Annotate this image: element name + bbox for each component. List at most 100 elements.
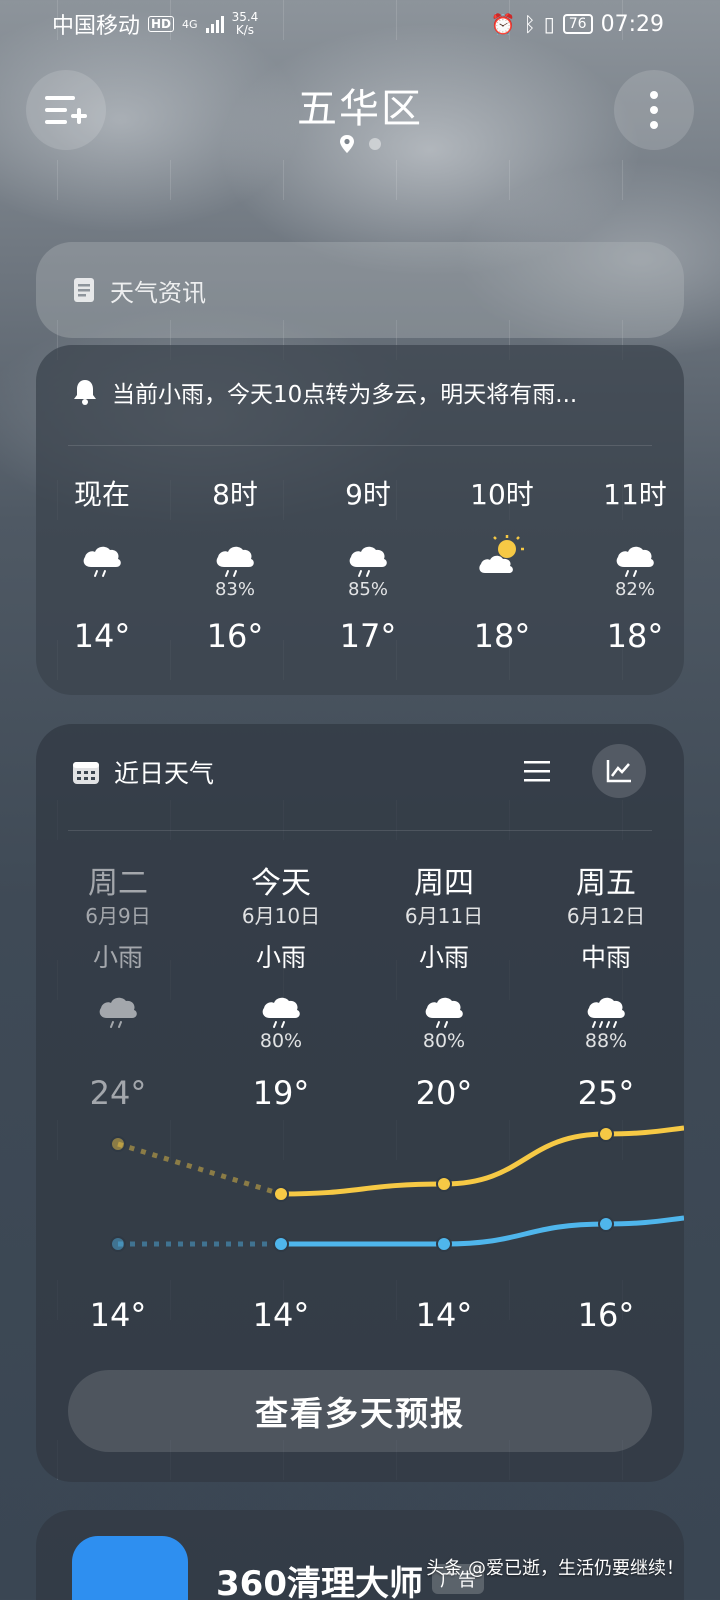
- day-date: 6月10日: [241, 904, 321, 928]
- low-temperature: 14°: [252, 1296, 310, 1334]
- watermark: 头条 @爱已逝，生活仍要继续！: [426, 1558, 684, 1579]
- precip-probability: 80%: [422, 1030, 466, 1052]
- hour-temperature: 14°: [73, 617, 131, 655]
- alarm-icon: ⏰: [490, 12, 516, 36]
- day-condition: 小雨: [92, 943, 143, 972]
- precip-probability: 82%: [614, 579, 655, 600]
- signal-icon: [205, 15, 224, 33]
- day-condition: 中雨: [580, 943, 631, 972]
- status-time: 07:29: [600, 11, 664, 37]
- hour-label: 现在: [73, 478, 130, 511]
- top-bar: 五华区: [0, 70, 720, 160]
- trend-point: [110, 1236, 126, 1252]
- list-icon: [524, 761, 550, 782]
- day-condition: 小雨: [255, 943, 306, 972]
- vibrate-icon: ▯: [543, 12, 555, 36]
- hd-badge: HD: [148, 16, 175, 32]
- hourly-item: 现在 14°: [52, 475, 152, 655]
- view-multi-day-forecast-button[interactable]: 查看多天预报: [68, 1370, 652, 1452]
- light-rain-icon: [52, 523, 152, 579]
- hourly-item: 9时 85% 17°: [318, 475, 418, 655]
- day-name: 今天: [251, 866, 311, 901]
- line-chart-icon: [606, 760, 631, 783]
- daily-item[interactable]: 周五 6月12日中雨 88% 25°: [536, 858, 676, 1112]
- bell-icon: [74, 380, 96, 405]
- hour-temperature: 16°: [206, 617, 264, 655]
- weather-alert[interactable]: 当前小雨，今天10点转为多云，明天将有雨...: [72, 375, 577, 409]
- moderate-rain-icon: [536, 984, 676, 1030]
- low-temperature: 14°: [415, 1296, 473, 1334]
- app-logo: [72, 1536, 188, 1600]
- location-pin-icon: [340, 135, 354, 153]
- high-temperature: 20°: [415, 1074, 473, 1112]
- hour-temperature: 18°: [606, 617, 664, 655]
- daily-item[interactable]: 周四 6月11日小雨 80% 20°: [374, 858, 514, 1112]
- precip-probability: [52, 579, 152, 603]
- trend-line: [281, 1215, 684, 1247]
- trend-point: [273, 1186, 289, 1202]
- trend-point: [110, 1136, 126, 1152]
- day-date: 6月12日: [566, 904, 646, 928]
- day-date: 6月11日: [404, 904, 484, 928]
- hour-label: 11时: [603, 478, 667, 511]
- list-view-button[interactable]: [510, 744, 564, 798]
- weather-news-label: 天气资讯: [110, 278, 206, 307]
- hourly-item: 8时 83% 16°: [185, 475, 285, 655]
- low-temperature: 16°: [577, 1296, 635, 1334]
- rain-cloud-icon: [185, 523, 285, 579]
- partly-cloudy-icon: [452, 523, 552, 579]
- high-temperature: 19°: [252, 1074, 310, 1112]
- hourly-forecast-card: 当前小雨，今天10点转为多云，明天将有雨... 现在 14° 8时 83% 16° 9时 8…: [36, 345, 684, 695]
- rain-cloud-icon: [585, 523, 685, 579]
- hour-temperature: 17°: [339, 617, 397, 655]
- daily-title: 近日天气: [114, 759, 215, 788]
- bluetooth-icon: ᛒ: [523, 12, 536, 36]
- trend-point: [598, 1216, 614, 1232]
- light-rain-icon: [48, 984, 188, 1030]
- weather-news-card[interactable]: 天气资讯: [36, 242, 684, 338]
- alert-text: 当前小雨，今天10点转为多云，明天将有雨...: [112, 382, 578, 408]
- light-rain-icon: [374, 984, 514, 1030]
- precip-probability: [48, 1030, 188, 1058]
- daily-item[interactable]: 今天 6月10日小雨 80% 19°: [211, 858, 351, 1112]
- hour-label: 8时: [212, 478, 258, 511]
- divider: [68, 445, 652, 446]
- carrier-name: 中国移动: [52, 14, 141, 39]
- precip-probability: 83%: [214, 579, 255, 600]
- more-vertical-icon: [650, 91, 658, 129]
- battery-icon: 76: [562, 14, 593, 34]
- precip-probability: 88%: [584, 1030, 628, 1052]
- day-name: 周四: [414, 866, 474, 901]
- more-options-button[interactable]: [614, 70, 694, 150]
- chart-view-button[interactable]: [592, 744, 646, 798]
- daily-forecast-card: 近日天气 周二 6月9日小雨 24° 今天 6月10日小雨 80% 19° 周四 6月11日小雨…: [36, 724, 684, 1482]
- precip-probability: 80%: [259, 1030, 303, 1052]
- net-speed: 35.4 K/s: [231, 10, 259, 37]
- day-name: 周五: [576, 866, 636, 901]
- trend-point: [598, 1126, 614, 1142]
- trend-line-past: [117, 1141, 282, 1197]
- light-rain-icon: [211, 984, 351, 1030]
- ad-title: 360清理大师: [216, 1564, 423, 1600]
- daily-header: 近日天气: [72, 754, 214, 790]
- rain-cloud-icon: [318, 523, 418, 579]
- high-temperature: 24°: [89, 1074, 147, 1112]
- calendar-icon: [73, 762, 99, 784]
- daily-item[interactable]: 周二 6月9日小雨 24°: [48, 858, 188, 1112]
- high-temperature: 25°: [577, 1074, 635, 1112]
- precip-probability: [452, 579, 552, 603]
- divider: [68, 830, 652, 831]
- day-date: 6月9日: [85, 904, 151, 928]
- trend-point: [273, 1236, 289, 1252]
- hourly-item: 10时 18°: [452, 475, 552, 655]
- day-condition: 小雨: [418, 943, 469, 972]
- status-bar: 中国移动 HD 4G 35.4 K/s ⏰ ᛒ ▯ 76 07:29: [0, 0, 720, 48]
- trend-line: [280, 1125, 684, 1197]
- day-name: 周二: [88, 866, 148, 901]
- temperature-trend-chart: [110, 1125, 684, 1252]
- precip-probability: 85%: [347, 579, 388, 600]
- trend-point: [436, 1236, 452, 1252]
- city-title: 五华区: [297, 86, 423, 132]
- hour-label: 10时: [470, 478, 534, 511]
- hourly-item: 11时 82% 18°: [585, 475, 685, 655]
